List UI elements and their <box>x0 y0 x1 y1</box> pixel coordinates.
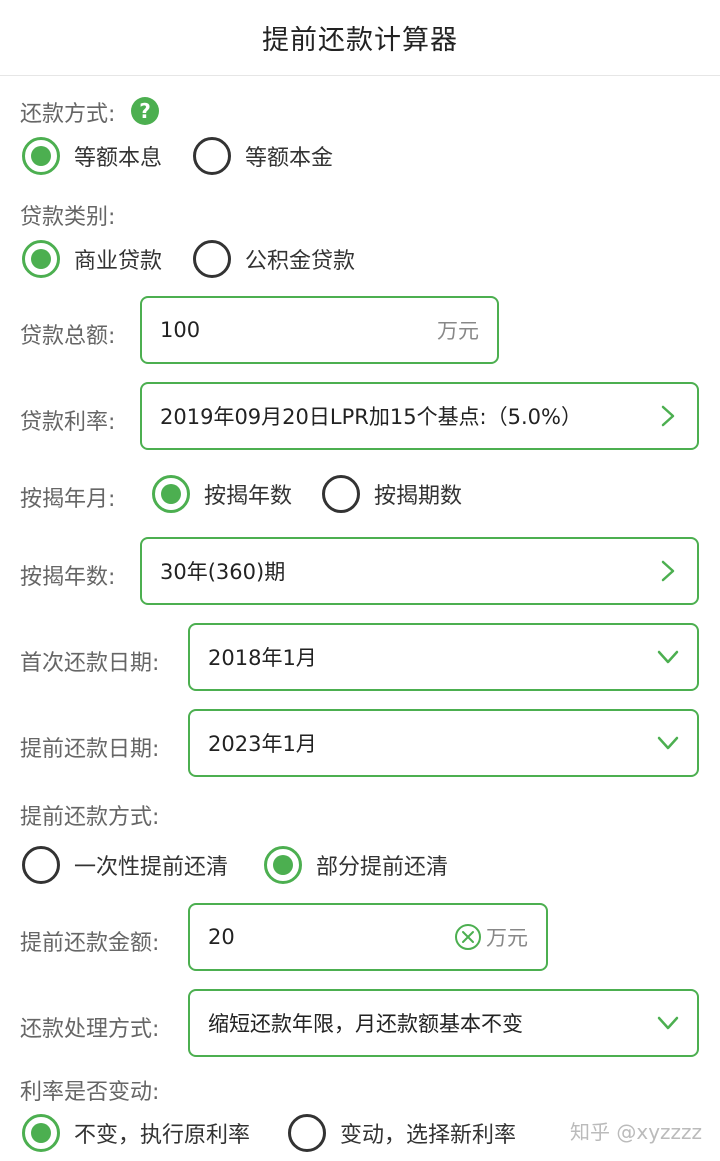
radio-checked-icon <box>22 137 60 175</box>
mortgage-years-label: 按揭年数: <box>20 565 116 590</box>
radio-unchecked-icon <box>288 1114 326 1152</box>
prepay-method-label: 提前还款方式: <box>20 805 160 830</box>
radio-by-years[interactable]: 按揭年数 <box>152 473 292 515</box>
prepay-date-label: 提前还款日期: <box>20 737 160 762</box>
chevron-down-icon <box>657 732 679 754</box>
prepay-amount-value: 20 <box>208 925 235 949</box>
radio-rate-changed[interactable]: 变动，选择新利率 <box>288 1112 516 1154</box>
handling-method-label: 还款处理方式: <box>20 1017 160 1042</box>
handling-method-select[interactable]: 缩短还款年限，月还款额基本不变 <box>188 989 699 1057</box>
radio-commercial-loan[interactable]: 商业贷款 <box>22 238 162 280</box>
watermark: 知乎 @xyzzzz <box>570 1120 703 1144</box>
radio-checked-icon <box>22 240 60 278</box>
page-title: 提前还款计算器 <box>262 25 458 56</box>
chevron-right-icon <box>657 560 679 582</box>
handling-method-value: 缩短还款年限，月还款额基本不变 <box>208 1012 523 1036</box>
radio-provident-fund-loan[interactable]: 公积金贷款 <box>193 238 355 280</box>
radio-checked-icon <box>22 1114 60 1152</box>
first-payment-date-value: 2018年1月 <box>208 646 317 670</box>
radio-checked-icon <box>264 846 302 884</box>
radio-full-prepay[interactable]: 一次性提前还清 <box>22 844 228 886</box>
loan-rate-select[interactable]: 2019年09月20日LPR加15个基点:（5.0%） <box>140 382 699 450</box>
radio-equal-principal[interactable]: 等额本金 <box>193 135 333 177</box>
chevron-down-icon <box>657 646 679 668</box>
radio-label: 不变，执行原利率 <box>74 1123 251 1148</box>
loan-amount-unit: 万元 <box>437 319 479 343</box>
prepay-date-value: 2023年1月 <box>208 732 317 756</box>
first-payment-date-label: 首次还款日期: <box>20 651 160 676</box>
chevron-down-icon <box>657 1012 679 1034</box>
radio-rate-unchanged[interactable]: 不变，执行原利率 <box>22 1112 250 1154</box>
loan-amount-label: 贷款总额: <box>20 324 116 349</box>
chevron-right-icon <box>657 405 679 427</box>
prepay-amount-input[interactable]: 20 万元 <box>188 903 548 971</box>
radio-label: 按揭期数 <box>374 484 463 509</box>
radio-label: 商业贷款 <box>74 249 163 274</box>
radio-unchecked-icon <box>193 137 231 175</box>
loan-type-label: 贷款类别: <box>20 205 116 230</box>
repay-method-label: 还款方式: <box>20 102 116 127</box>
first-payment-date-select[interactable]: 2018年1月 <box>188 623 699 691</box>
loan-amount-input[interactable]: 100 万元 <box>140 296 499 364</box>
radio-checked-icon <box>152 475 190 513</box>
radio-unchecked-icon <box>322 475 360 513</box>
prepay-amount-label: 提前还款金额: <box>20 931 160 956</box>
radio-label: 公积金贷款 <box>245 249 356 274</box>
mortgage-years-value: 30年(360)期 <box>160 560 286 584</box>
radio-partial-prepay[interactable]: 部分提前还清 <box>264 844 448 886</box>
prepay-amount-unit: 万元 <box>486 926 528 950</box>
rate-change-label: 利率是否变动: <box>20 1080 160 1105</box>
radio-label: 部分提前还清 <box>316 855 449 880</box>
radio-label: 按揭年数 <box>204 484 293 509</box>
mortgage-mode-label: 按揭年月: <box>20 487 116 512</box>
radio-unchecked-icon <box>193 240 231 278</box>
loan-rate-value: 2019年09月20日LPR加15个基点:（5.0%） <box>160 405 582 429</box>
clear-icon[interactable] <box>454 923 482 951</box>
radio-label: 变动，选择新利率 <box>340 1123 517 1148</box>
radio-unchecked-icon <box>22 846 60 884</box>
mortgage-years-select[interactable]: 30年(360)期 <box>140 537 699 605</box>
prepay-date-select[interactable]: 2023年1月 <box>188 709 699 777</box>
help-icon[interactable]: ? <box>131 97 159 125</box>
radio-equal-installment[interactable]: 等额本息 <box>22 135 162 177</box>
loan-amount-value: 100 <box>160 318 201 342</box>
header-bar: 提前还款计算器 <box>0 0 720 76</box>
radio-label: 一次性提前还清 <box>74 855 229 880</box>
radio-label: 等额本金 <box>245 146 334 171</box>
radio-by-periods[interactable]: 按揭期数 <box>322 473 462 515</box>
radio-label: 等额本息 <box>74 146 163 171</box>
loan-rate-label: 贷款利率: <box>20 410 116 435</box>
